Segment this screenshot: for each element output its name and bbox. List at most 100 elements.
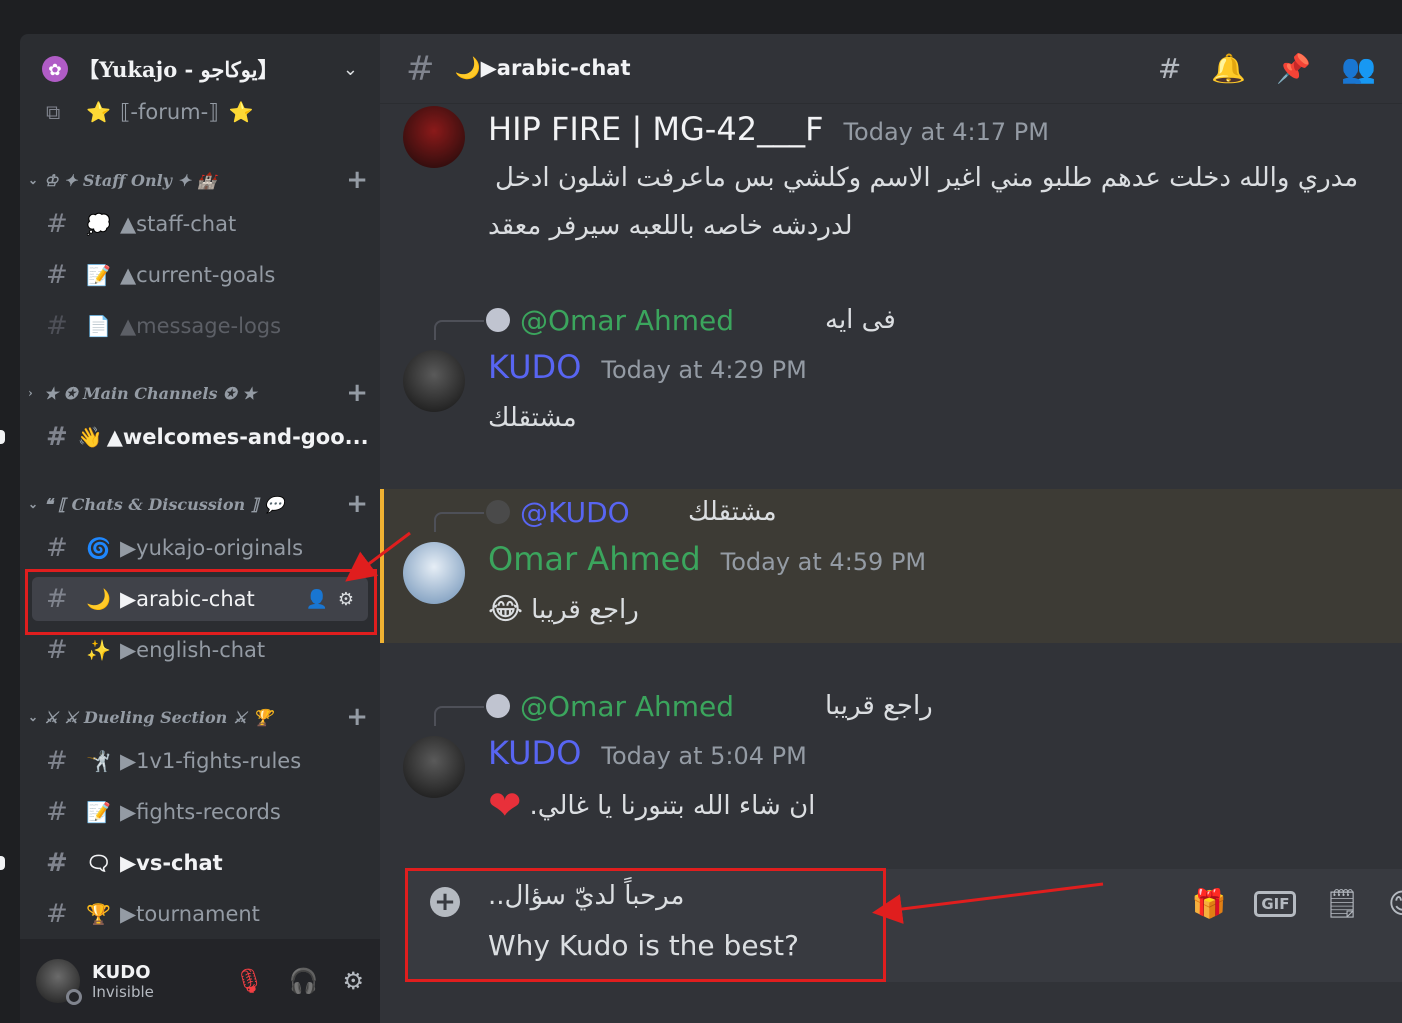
gif-button[interactable]: GIF (1254, 890, 1297, 917)
locked-hash-icon: # (46, 533, 68, 563)
channel-forum[interactable]: ⧉ ⭐ ⟦-forum-⟧ ⭐ (32, 92, 368, 132)
server-rail (0, 0, 20, 1023)
category-staff-only[interactable]: ⌄ ♔ ✦ Staff Only ✦ 🏰 + (20, 165, 380, 195)
avatar[interactable] (403, 542, 465, 604)
message-author[interactable]: HIP FIRE | MG-42___F (488, 110, 823, 148)
reply-text: مشتقلك (688, 497, 777, 527)
reply-reference[interactable]: @Omar Ahmed فى ايه (430, 300, 1030, 340)
channel-label: ▲current-goals (120, 263, 276, 287)
avatar[interactable] (403, 350, 465, 412)
message-timestamp: Today at 4:29 PM (601, 356, 807, 384)
emoji-icon[interactable]: 😊 (1388, 887, 1402, 920)
gear-icon[interactable]: ⚙ (342, 967, 364, 995)
reply-mention[interactable]: @Omar Ahmed (520, 690, 734, 723)
channel-emoji: 🗨 (86, 851, 112, 875)
chevron-down-icon[interactable]: ⌄ (343, 59, 358, 80)
unread-pip (0, 856, 5, 870)
channel-1v1-fights-rules[interactable]: # 🤺 ▶1v1-fights-rules (32, 739, 368, 783)
hash-icon: # (406, 48, 435, 89)
reply-text: فى ايه (825, 305, 896, 335)
reply-mention[interactable]: @Omar Ahmed (520, 304, 734, 337)
gif-label: GIF (1261, 894, 1290, 913)
user-panel: KUDO Invisible 🎙 🎧 ⚙ (20, 939, 380, 1023)
threads-icon[interactable]: # (1158, 52, 1181, 85)
message-author[interactable]: Omar Ahmed (488, 540, 701, 578)
category-label: ⚔ ⚔ Dueling Section ⚔ 🏆 (44, 707, 273, 727)
category-chats-discussion[interactable]: ⌄ ❝ ⟦ Chats & Discussion ⟧ 💬 + (20, 489, 380, 519)
channel-label: ▶english-chat (120, 638, 266, 662)
message-text: لدردشه خاصه باللعبه سيرفر معقد (488, 211, 853, 241)
channel-vs-chat[interactable]: # 🗨 ▶vs-chat (32, 841, 368, 885)
create-channel-plus-icon[interactable]: + (346, 489, 368, 519)
message-timestamp: Today at 4:17 PM (843, 118, 1049, 146)
category-label: ♔ ✦ Staff Only ✦ 🏰 (44, 170, 217, 190)
hash-icon: # (46, 899, 68, 929)
channel-current-goals[interactable]: # 📝 ▲current-goals (32, 253, 368, 297)
locked-hash-icon: # (46, 209, 68, 239)
star-icon: ⭐ (228, 100, 254, 124)
channel-label: ▲message-logs (120, 314, 282, 338)
message-content: 😂 راجع قريبا (488, 586, 639, 634)
forum-icon: ⧉ (46, 100, 61, 124)
channel-label: ⟦-forum-⟧ (120, 100, 219, 124)
locked-hash-icon: # (46, 260, 68, 290)
create-channel-plus-icon[interactable]: + (346, 378, 368, 408)
channel-label: ▶1v1-fights-rules (120, 749, 302, 773)
reply-reference[interactable]: @Omar Ahmed راجع قريبا (430, 686, 1030, 726)
mic-muted-icon[interactable]: 🎙 (234, 967, 264, 995)
laughing-emoji-icon: 😂 (488, 592, 524, 627)
chevron-right-icon: › (28, 386, 33, 400)
channel-message-logs[interactable]: # 📄 ▲message-logs (32, 304, 368, 348)
annotation-box (405, 868, 886, 982)
bell-icon[interactable]: 🔔 (1211, 52, 1246, 85)
message-author[interactable]: KUDO (488, 734, 581, 772)
avatar[interactable] (36, 959, 82, 1005)
message-text: مدري والله دخلت عدهم طلبو مني اغير الاسم… (495, 163, 1359, 193)
reply-mention[interactable]: @KUDO (520, 496, 630, 529)
reply-reference[interactable]: @KUDO مشتقلك (430, 492, 1030, 532)
channel-label: ▲staff-chat (120, 212, 237, 236)
hash-icon: # (46, 422, 68, 452)
channel-emoji: 🤺 (86, 749, 111, 773)
channel-yukajo-originals[interactable]: # 🌀 ▶yukajo-originals (32, 526, 368, 570)
category-dueling-section[interactable]: ⌄ ⚔ ⚔ Dueling Section ⚔ 🏆 + (20, 702, 380, 732)
message-content: ❤ ان شاء الله بتنورنا يا غالي. (488, 782, 815, 830)
channel-label: ▶fights-records (120, 800, 281, 824)
channel-label: ▶yukajo-originals (120, 536, 304, 560)
hash-icon: # (46, 635, 68, 665)
create-channel-plus-icon[interactable]: + (346, 165, 368, 195)
avatar[interactable] (403, 106, 465, 168)
channel-welcomes[interactable]: # 👋 ▲welcomes-and-goo... (32, 415, 369, 459)
headphones-icon[interactable]: 🎧 (289, 967, 319, 995)
avatar (486, 694, 510, 718)
channel-emoji: 👋 (77, 425, 103, 449)
chevron-down-icon: ⌄ (28, 173, 39, 187)
channel-emoji: 🏆 (86, 902, 111, 926)
message-author[interactable]: KUDO (488, 348, 581, 386)
pin-icon[interactable]: 📌 (1276, 52, 1311, 85)
sticker-icon[interactable]: 🗒 (1324, 887, 1360, 920)
category-main-channels[interactable]: › ★ ✪ Main Channels ✪ ★ + (20, 378, 380, 408)
chevron-down-icon: ⌄ (28, 497, 39, 511)
star-icon: ⭐ (86, 100, 111, 124)
channel-tournament[interactable]: # 🏆 ▶tournament (32, 892, 368, 936)
server-name: 【Yukajo - يوكاجو】 (78, 57, 279, 82)
channel-staff-chat[interactable]: # 💭 ▲staff-chat (32, 202, 368, 246)
channel-emoji: 📝 (86, 800, 111, 824)
user-status: Invisible (92, 982, 154, 1001)
category-label: ★ ✪ Main Channels ✪ ★ (44, 383, 257, 403)
hash-icon: # (46, 797, 68, 827)
create-channel-plus-icon[interactable]: + (346, 702, 368, 732)
channel-emoji: 🌀 (86, 536, 111, 560)
members-icon[interactable]: 👥 (1341, 52, 1376, 85)
avatar (486, 308, 510, 332)
channel-fights-records[interactable]: # 📝 ▶fights-records (32, 790, 368, 834)
avatar[interactable] (403, 736, 465, 798)
gift-icon[interactable]: 🎁 (1191, 887, 1226, 920)
channel-title: 🌙▶arabic-chat (454, 56, 631, 80)
reply-text: راجع قريبا (825, 691, 933, 721)
channel-label: ▲welcomes-and-goo... (106, 425, 369, 449)
channel-emoji: ✨ (86, 638, 111, 662)
channel-label: ▶vs-chat (120, 851, 223, 875)
channel-sidebar: ✿ 【Yukajo - يوكاجو】 ⌄ ⧉ ⭐ ⟦-forum-⟧ ⭐ ⌄ … (20, 34, 380, 1023)
